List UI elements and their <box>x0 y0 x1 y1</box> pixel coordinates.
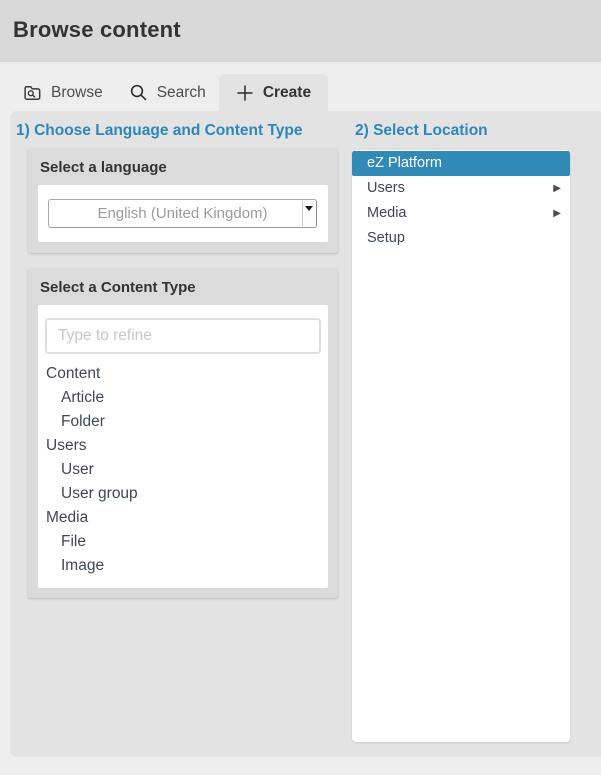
content-type-section-title: Select a Content Type <box>40 279 196 296</box>
expand-arrow-icon[interactable]: ▶ <box>553 201 561 226</box>
tab-search[interactable]: Search <box>116 74 219 111</box>
tab-create[interactable]: Create <box>219 74 328 111</box>
language-section: Select a language English (United Kingdo… <box>28 148 338 253</box>
content-type-item[interactable]: User group <box>38 482 328 506</box>
content-type-group: Media <box>38 506 328 530</box>
page-title: Browse content <box>13 17 181 43</box>
plus-icon <box>236 84 254 102</box>
language-select-container: English (United Kingdom) <box>38 185 328 242</box>
tab-search-label: Search <box>157 84 206 102</box>
location-label: Setup <box>367 230 405 246</box>
tab-browse-label: Browse <box>51 84 103 102</box>
location-item[interactable]: Media ▶ <box>352 201 570 226</box>
content-type-item[interactable]: Folder <box>38 410 328 434</box>
content-type-filter-input[interactable] <box>45 318 321 354</box>
content-type-item[interactable]: Article <box>38 386 328 410</box>
location-label: Users <box>367 180 405 196</box>
location-label: Media <box>367 205 407 221</box>
location-item[interactable]: Users ▶ <box>352 176 570 201</box>
window-header: Browse content <box>0 0 601 62</box>
tab-bar: Browse Search Create <box>10 74 328 111</box>
tab-create-label: Create <box>263 84 311 102</box>
browse-icon <box>23 83 42 102</box>
location-list: eZ Platform Users ▶ Media ▶ Setup <box>352 150 570 742</box>
content-type-item[interactable]: File <box>38 530 328 554</box>
content-type-list-container: ContentArticleFolderUsersUserUser groupM… <box>38 305 328 588</box>
location-item[interactable]: eZ Platform <box>352 151 570 176</box>
content-type-group: Content <box>38 362 328 386</box>
content-type-section: Select a Content Type ContentArticleFold… <box>28 268 338 598</box>
location-label: eZ Platform <box>367 155 442 171</box>
expand-arrow-icon[interactable]: ▶ <box>553 176 561 201</box>
language-select-value: English (United Kingdom) <box>97 205 267 222</box>
content-type-item[interactable]: User <box>38 458 328 482</box>
create-tab-panel: 1) Choose Language and Content Type Sele… <box>10 111 601 757</box>
content-type-item[interactable]: Image <box>38 554 328 578</box>
language-section-title: Select a language <box>40 159 167 176</box>
language-select[interactable]: English (United Kingdom) <box>48 199 317 228</box>
search-icon <box>129 83 148 102</box>
step1-heading: 1) Choose Language and Content Type <box>16 122 302 140</box>
content-type-group: Users <box>38 434 328 458</box>
location-item[interactable]: Setup <box>352 226 570 251</box>
select-dropdown-arrow-icon[interactable] <box>302 201 315 226</box>
tab-browse[interactable]: Browse <box>10 74 116 111</box>
step2-heading: 2) Select Location <box>355 122 488 140</box>
content-type-list: ContentArticleFolderUsersUserUser groupM… <box>38 362 328 578</box>
